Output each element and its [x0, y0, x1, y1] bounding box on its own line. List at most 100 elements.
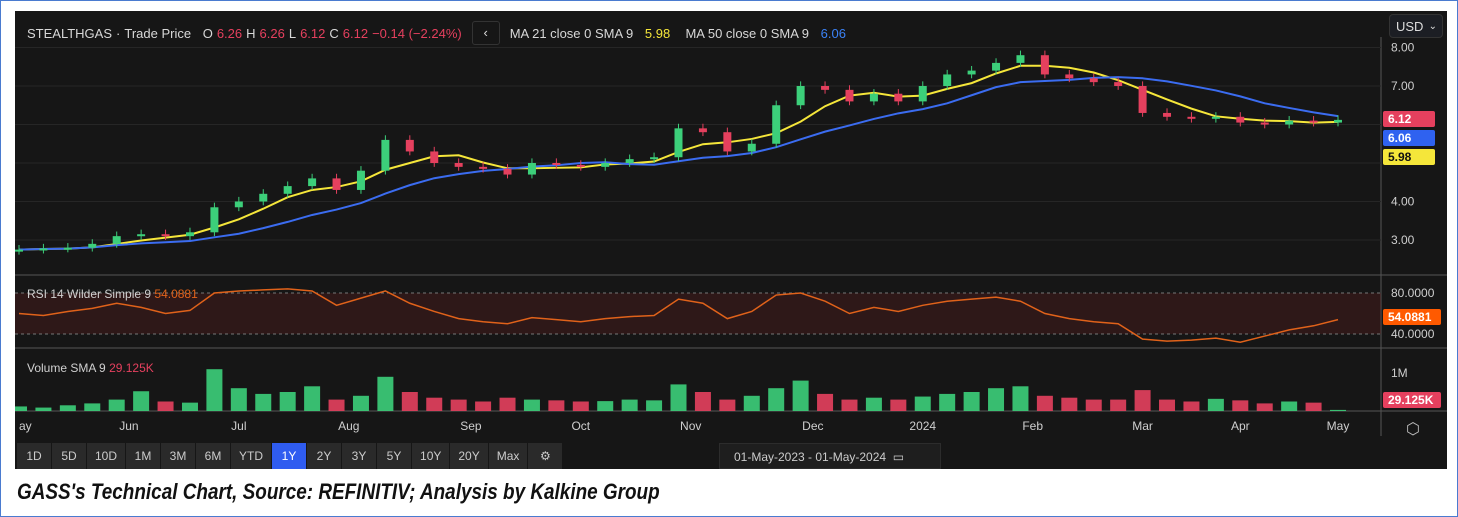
close-label: C	[329, 25, 339, 41]
ma50-tag: 6.06	[1383, 130, 1435, 146]
volume-bar	[939, 393, 956, 411]
candle-body	[63, 247, 72, 250]
x-tick-label: Oct	[571, 419, 590, 433]
currency-select[interactable]: USD ⌄	[1389, 14, 1443, 38]
volume-bar	[548, 400, 565, 411]
ma50-label: MA 50 close 0 SMA 9	[685, 25, 810, 41]
x-tick-label: Sep	[460, 419, 482, 433]
price-tag: 6.12	[1383, 111, 1435, 127]
volume-bar	[1330, 409, 1346, 411]
volume-bar	[865, 397, 882, 411]
ma21-tag: 5.98	[1383, 149, 1435, 165]
volume-bar	[108, 399, 125, 411]
volume-bar	[499, 397, 516, 411]
volume-bar	[1256, 403, 1273, 411]
range-button-max[interactable]: Max	[488, 443, 528, 469]
x-tick-label: Aug	[338, 419, 359, 433]
price-tick-label: 7.00	[1391, 79, 1415, 93]
range-button-5y[interactable]: 5Y	[377, 443, 412, 469]
candle-body	[527, 163, 536, 175]
date-range-picker[interactable]: 01-May-2023 - 01-May-2024 ▭	[719, 443, 941, 469]
volume-bar	[1232, 400, 1249, 411]
range-button-6m[interactable]: 6M	[196, 443, 231, 469]
candle-body	[845, 89, 854, 102]
x-tick-label: Jun	[119, 419, 138, 433]
range-button-1y[interactable]: 1Y	[272, 443, 307, 469]
candle-body	[283, 186, 292, 194]
collapse-legend-button[interactable]: ‹	[471, 21, 500, 45]
candle-body	[772, 105, 781, 144]
volume-bar	[401, 392, 418, 411]
volume-bar	[450, 399, 467, 411]
range-button-ytd[interactable]: YTD	[231, 443, 272, 469]
volume-bar	[279, 392, 296, 411]
candle-body	[503, 168, 512, 175]
volume-bar	[963, 392, 980, 411]
chart-svg[interactable]: 8.00 7.00 4.00 3.00 80.0000 40.0000 1M ay Jun Jul…	[15, 11, 1447, 469]
candle-body	[943, 74, 952, 86]
candle-body	[625, 159, 634, 163]
candle-body	[1040, 55, 1049, 75]
axis-settings-icon[interactable]: ⬡	[1406, 419, 1420, 439]
range-button-3y[interactable]: 3Y	[342, 443, 377, 469]
volume-tag: 29.125K	[1383, 392, 1441, 408]
candle-body	[967, 70, 976, 75]
x-tick-label: 2024	[909, 419, 936, 433]
x-tick-label: Mar	[1132, 419, 1153, 433]
volume-bar	[768, 388, 785, 411]
rsi-legend: RSI 14 Wilder Simple 9 54.0881	[27, 287, 198, 301]
candle-body	[161, 234, 170, 237]
volume-bar	[255, 393, 272, 411]
currency-value: USD	[1396, 19, 1424, 34]
volume-bar	[133, 391, 150, 411]
volume-bar	[597, 401, 614, 411]
ma21-label: MA 21 close 0 SMA 9	[509, 25, 634, 41]
candle-body	[601, 163, 610, 167]
volume-bar	[1061, 397, 1078, 411]
volume-bar	[1036, 395, 1053, 411]
range-button-1m[interactable]: 1M	[126, 443, 161, 469]
candle-body	[332, 178, 341, 190]
ma50-value: 6.06	[820, 25, 846, 41]
candle-body	[405, 139, 414, 152]
x-tick-label: Apr	[1231, 419, 1250, 433]
candle-body	[747, 143, 756, 152]
candle-body	[723, 132, 732, 152]
range-button-5d[interactable]: 5D	[52, 443, 86, 469]
candle-body	[1016, 55, 1025, 63]
gear-icon[interactable]: ⚙	[528, 443, 563, 469]
range-button-2y[interactable]: 2Y	[307, 443, 342, 469]
volume-bar	[1085, 399, 1102, 411]
volume-bar	[523, 399, 540, 411]
chart-panel: 8.00 7.00 4.00 3.00 80.0000 40.0000 1M ay Jun Jul…	[15, 11, 1447, 469]
volume-bar	[35, 407, 52, 411]
figure-caption: GASS's Technical Chart, Source: REFINITI…	[17, 479, 660, 504]
candle-body	[234, 201, 243, 208]
volume-bar	[328, 399, 345, 411]
open-value: 6.26	[216, 25, 243, 41]
range-button-10y[interactable]: 10Y	[412, 443, 450, 469]
candle-body	[112, 236, 121, 244]
instrument-name: STEALTHGAS	[27, 25, 113, 41]
range-button-10d[interactable]: 10D	[87, 443, 126, 469]
volume-bar	[1012, 386, 1029, 411]
candle-body	[1334, 119, 1342, 123]
volume-bar	[890, 399, 907, 411]
candle-body	[552, 163, 561, 165]
volume-bar	[1159, 399, 1176, 411]
figure-frame: 8.00 7.00 4.00 3.00 80.0000 40.0000 1M ay Jun Jul…	[0, 0, 1458, 517]
separator: ·	[116, 25, 121, 41]
candle-body	[894, 93, 903, 102]
candle-body	[1309, 120, 1318, 123]
range-button-20y[interactable]: 20Y	[450, 443, 488, 469]
candle-body	[185, 232, 194, 237]
volume-bar	[719, 399, 736, 411]
x-tick-label: May	[1327, 419, 1350, 433]
candle-body	[1114, 82, 1123, 86]
volume-bar	[1281, 401, 1298, 411]
candle-body	[1089, 78, 1098, 83]
range-button-1d[interactable]: 1D	[17, 443, 51, 469]
close-value: 6.12	[342, 25, 369, 41]
range-button-3m[interactable]: 3M	[161, 443, 196, 469]
candle-body	[454, 163, 463, 167]
